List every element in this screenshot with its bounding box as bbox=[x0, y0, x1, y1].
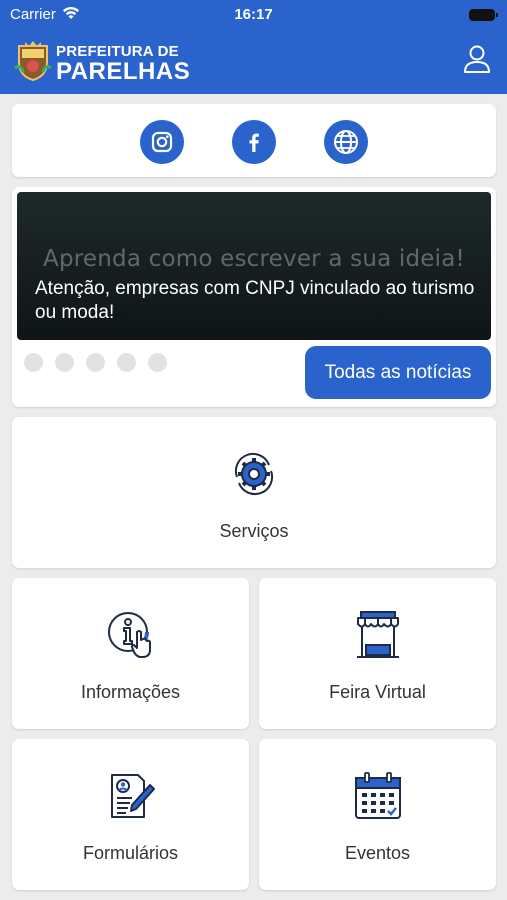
banner-background-text: Aprenda como escrever a sua ideia! bbox=[43, 246, 465, 272]
virtual-fair-label: Feira Virtual bbox=[329, 682, 426, 702]
logo-line-2: PARELHAS bbox=[56, 58, 191, 85]
carousel-dot[interactable] bbox=[148, 353, 167, 372]
forms-label: Formulários bbox=[82, 843, 179, 863]
carousel-dot[interactable] bbox=[55, 353, 74, 372]
events-label: Eventos bbox=[344, 843, 411, 863]
globe-icon[interactable] bbox=[324, 120, 368, 164]
forms-tile[interactable]: Formulários bbox=[12, 739, 249, 890]
information-label: Informações bbox=[80, 682, 181, 702]
user-profile-icon[interactable] bbox=[463, 44, 491, 74]
news-banner[interactable]: Aprenda como escrever a sua ideia! Atenç… bbox=[17, 192, 491, 340]
events-tile[interactable]: Eventos bbox=[259, 739, 496, 890]
news-caption: Atenção, empresas com CNPJ vinculado ao … bbox=[35, 278, 475, 323]
carousel-dot[interactable] bbox=[24, 353, 43, 372]
carousel-pagination bbox=[24, 353, 167, 372]
carousel-dot[interactable] bbox=[117, 353, 136, 372]
city-emblem-logo bbox=[13, 40, 53, 82]
all-news-button[interactable]: Todas as notícias bbox=[305, 346, 491, 399]
city-hall-wordmark: PREFEITURA DE PARELHAS bbox=[56, 44, 190, 84]
app-header: Carrier 16:17 PREFEITURA DE PARELHAS bbox=[0, 0, 507, 94]
clock: 16:17 bbox=[234, 6, 273, 23]
calendar-icon bbox=[353, 771, 403, 821]
info-touch-icon bbox=[106, 610, 156, 660]
facebook-icon[interactable] bbox=[232, 120, 276, 164]
virtual-fair-tile[interactable]: Feira Virtual bbox=[259, 578, 496, 729]
gear-icon bbox=[229, 449, 279, 499]
news-carousel-card: Aprenda como escrever a sua ideia! Atenç… bbox=[12, 187, 496, 407]
status-bar: Carrier 16:17 bbox=[0, 0, 507, 30]
battery-icon bbox=[469, 9, 498, 21]
carousel-dot[interactable] bbox=[86, 353, 105, 372]
instagram-icon[interactable] bbox=[140, 120, 184, 164]
social-links-card bbox=[12, 104, 496, 177]
services-tile[interactable]: Serviços bbox=[12, 417, 496, 568]
logo-line-1: PREFEITURA DE bbox=[56, 43, 179, 60]
services-label: Serviços bbox=[219, 521, 289, 541]
form-document-icon bbox=[106, 771, 156, 821]
information-tile[interactable]: Informações bbox=[12, 578, 249, 729]
market-stall-icon bbox=[353, 610, 403, 660]
